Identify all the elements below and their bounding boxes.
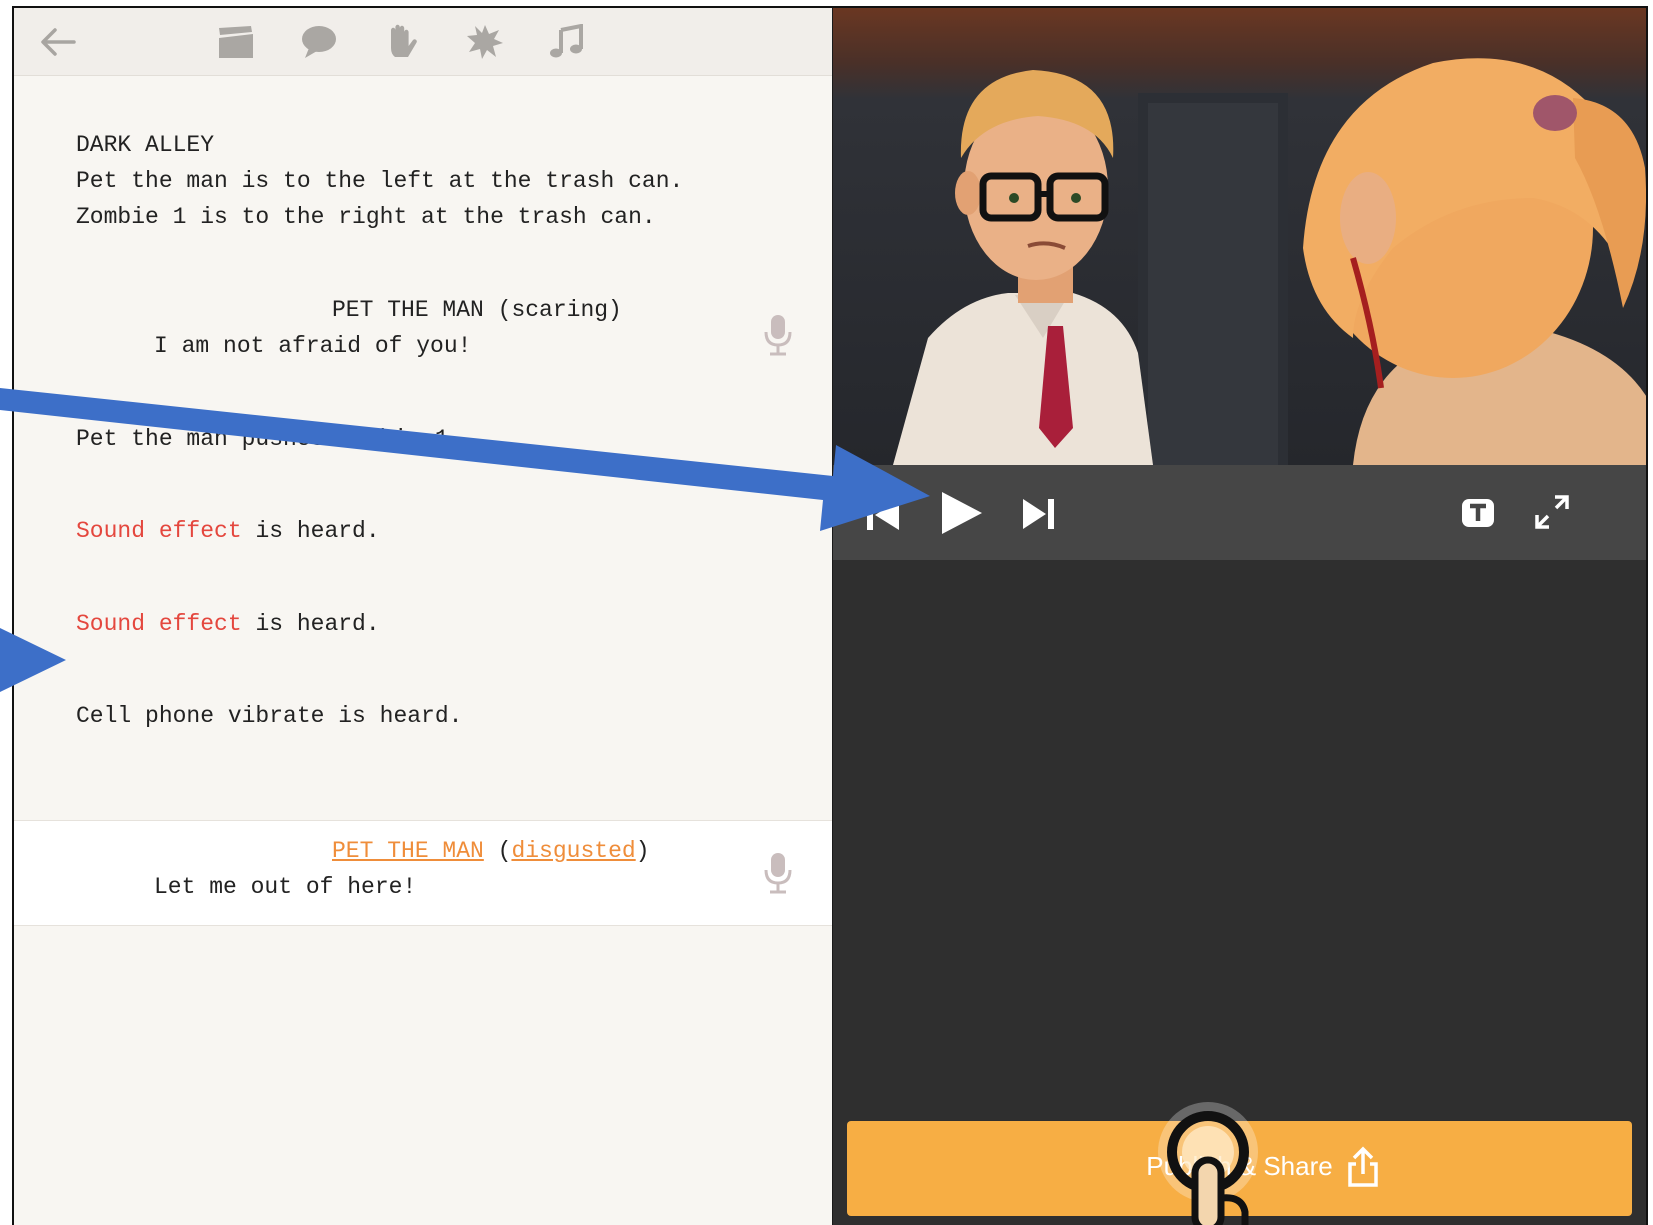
sound-effect-line: Sound effect is heard. <box>76 611 380 637</box>
script-body[interactable]: DARK ALLEY Pet the man is to the left at… <box>14 76 832 1225</box>
script-toolbar <box>14 8 832 76</box>
dialogue-line: I am not afraid of you! <box>154 333 472 359</box>
sound-effect-link[interactable]: Sound effect <box>76 611 242 637</box>
video-preview[interactable] <box>833 8 1646 465</box>
dialogue-heading: PET THE MAN (disgusted) <box>332 838 650 864</box>
action-line: Zombie 1 is to the right at the trash ca… <box>76 204 656 230</box>
sound-effect-line: Sound effect is heard. <box>76 518 380 544</box>
fullscreen-icon[interactable] <box>1535 495 1569 529</box>
share-icon <box>1347 1146 1379 1188</box>
microphone-icon[interactable] <box>763 313 793 357</box>
captions-icon[interactable] <box>1461 498 1495 528</box>
publish-share-button[interactable]: Publish & Share <box>847 1121 1632 1216</box>
scene-illustration <box>833 8 1646 465</box>
preview-panel: Publish & Share <box>832 8 1646 1225</box>
action-line: Pet the man pushes Zombie 1 <box>76 426 449 452</box>
scene-heading: DARK ALLEY <box>76 132 215 158</box>
emotion: (scaring) <box>497 297 622 323</box>
speech-bubble-icon[interactable] <box>299 24 339 60</box>
clapperboard-icon[interactable] <box>216 24 256 60</box>
player-controls <box>833 465 1646 560</box>
back-arrow-icon[interactable] <box>38 24 78 60</box>
microphone-icon[interactable] <box>763 851 793 895</box>
dialogue-heading: PET THE MAN (scaring) <box>332 297 622 323</box>
hand-icon[interactable] <box>382 24 422 60</box>
publish-share-label: Publish & Share <box>1146 1151 1333 1181</box>
emotion-link[interactable]: disgusted <box>511 838 635 864</box>
skip-back-icon[interactable] <box>863 496 903 534</box>
app-window: DARK ALLEY Pet the man is to the left at… <box>12 6 1648 1225</box>
script-panel: DARK ALLEY Pet the man is to the left at… <box>14 8 832 1225</box>
selected-dialogue-block[interactable]: PET THE MAN (disgusted) Let me out of he… <box>14 820 832 926</box>
burst-icon[interactable] <box>465 24 505 60</box>
skip-forward-icon[interactable] <box>1021 495 1057 533</box>
action-line: Pet the man is to the left at the trash … <box>76 168 684 194</box>
character-name-link[interactable]: PET THE MAN <box>332 838 484 864</box>
music-note-icon[interactable] <box>547 23 587 60</box>
sound-effect-link[interactable]: Sound effect <box>76 518 242 544</box>
play-icon[interactable] <box>938 490 984 536</box>
character-name: PET THE MAN <box>332 297 484 323</box>
dialogue-line: Let me out of here! <box>154 874 417 900</box>
action-line: Cell phone vibrate is heard. <box>76 703 463 729</box>
